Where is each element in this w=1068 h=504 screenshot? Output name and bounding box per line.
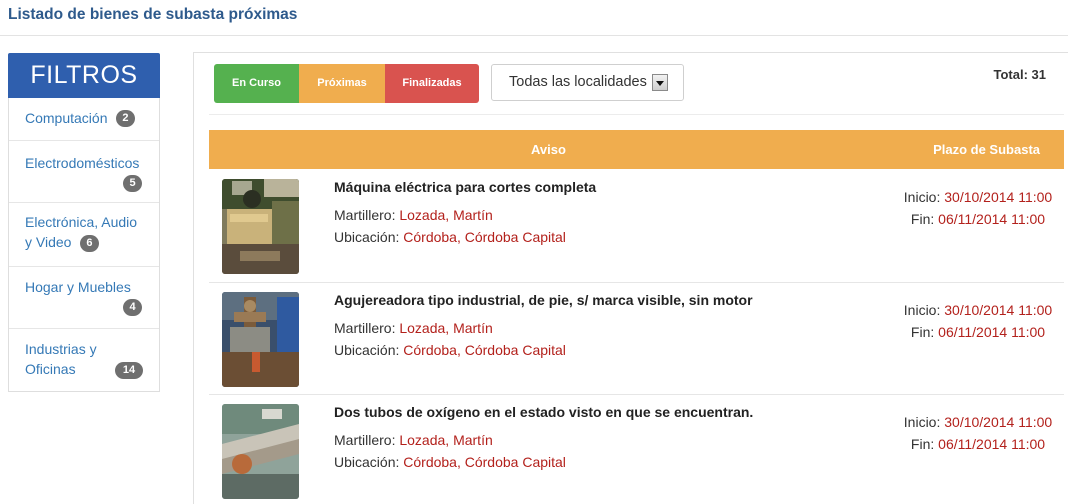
fin-label: Fin: [910,211,939,227]
auction-list-panel: En Curso Próximas Finalizadas Todas las … [193,52,1068,504]
count-badge: 2 [115,109,135,127]
ubicacion-line: Ubicación: Córdoba, Córdoba Capital [334,342,566,358]
category-label[interactable]: Electrodomésticos [25,155,139,171]
category-item-electronica[interactable]: Electrónica, Audio y Video 6 [9,202,159,266]
location-select[interactable]: Todas las localidades [491,64,684,101]
martillero-line: Martillero: Lozada, Martín [334,432,493,448]
count-badge: 14 [115,362,143,379]
fin-label: Fin: [910,436,939,452]
category-item-computacion[interactable]: Computación 2 [9,98,159,140]
table-row[interactable]: Dos tubos de oxígeno en el estado visto … [209,394,1064,504]
ubicacion-value: Córdoba, Córdoba Capital [403,454,566,470]
table-row[interactable]: Agujereadora tipo industrial, de pie, s/… [209,282,1064,394]
inicio-label: Inicio: [903,302,945,318]
ubicacion-line: Ubicación: Córdoba, Córdoba Capital [334,454,566,470]
filters-header: FILTROS [8,53,160,98]
count-badge: 6 [79,235,99,252]
ubicacion-line: Ubicación: Córdoba, Córdoba Capital [334,229,566,245]
table-header: Aviso Plazo de Subasta [209,130,1064,169]
ubicacion-value: Córdoba, Córdoba Capital [403,342,566,358]
inicio-value: 30/10/2014 11:00 [944,414,1053,430]
category-item-electrodomesticos[interactable]: Electrodomésticos 5 [9,140,159,202]
inicio-value: 30/10/2014 11:00 [944,189,1053,205]
category-item-hogar[interactable]: Hogar y Muebles 4 [9,266,159,328]
category-label[interactable]: Hogar y Muebles [25,279,131,295]
divider [209,114,1064,115]
fin-label: Fin: [910,324,939,340]
filters-sidebar: FILTROS Computación 2 Electrodomésticos … [8,53,160,392]
category-list: Computación 2 Electrodomésticos 5 Electr… [8,98,160,392]
fin-value: 06/11/2014 11:00 [938,211,1046,227]
tab-finalizadas[interactable]: Finalizadas [385,64,479,103]
martillero-line: Martillero: Lozada, Martín [334,207,493,223]
column-header-plazo: Plazo de Subasta [933,142,1040,157]
auction-period: Inicio: 30/10/2014 11:00 Fin: 06/11/2014… [899,299,1057,343]
inicio-value: 30/10/2014 11:00 [944,302,1053,318]
item-title[interactable]: Agujereadora tipo industrial, de pie, s/… [334,292,753,308]
inicio-label: Inicio: [903,414,945,430]
fin-value: 06/11/2014 11:00 [938,436,1046,452]
dropdown-arrow-icon[interactable] [652,74,668,91]
ubicacion-label: Ubicación: [334,229,404,245]
status-tabs: En Curso Próximas Finalizadas [214,64,479,103]
total-count: Total: 31 [993,67,1047,82]
item-thumbnail[interactable] [222,404,299,499]
martillero-value: Lozada, Martín [399,320,493,336]
category-label[interactable]: Industrias y Oficinas [25,339,117,379]
table-row[interactable]: Máquina eléctrica para cortes completa M… [209,170,1064,282]
martillero-label: Martillero: [334,320,400,336]
location-select-value: Todas las localidades [509,74,647,90]
inicio-label: Inicio: [903,189,945,205]
fin-value: 06/11/2014 11:00 [938,324,1046,340]
column-header-aviso: Aviso [531,142,566,157]
item-title[interactable]: Máquina eléctrica para cortes completa [334,179,596,195]
ubicacion-label: Ubicación: [334,342,404,358]
martillero-label: Martillero: [334,207,400,223]
auction-period: Inicio: 30/10/2014 11:00 Fin: 06/11/2014… [899,186,1057,230]
count-badge: 5 [123,175,142,192]
ubicacion-value: Córdoba, Córdoba Capital [403,229,566,245]
martillero-value: Lozada, Martín [399,207,493,223]
auction-period: Inicio: 30/10/2014 11:00 Fin: 06/11/2014… [899,411,1057,455]
ubicacion-label: Ubicación: [334,454,404,470]
category-label[interactable]: Computación [25,108,108,128]
count-badge: 4 [123,299,142,316]
martillero-value: Lozada, Martín [399,432,493,448]
tab-proximas[interactable]: Próximas [299,64,385,103]
title-divider [0,35,1068,36]
category-item-industrias[interactable]: Industrias y Oficinas 14 [9,328,159,391]
item-title[interactable]: Dos tubos de oxígeno en el estado visto … [334,404,753,420]
tab-en-curso[interactable]: En Curso [214,64,299,103]
martillero-label: Martillero: [334,432,400,448]
item-thumbnail[interactable] [222,292,299,387]
martillero-line: Martillero: Lozada, Martín [334,320,493,336]
item-thumbnail[interactable] [222,179,299,274]
page-title: Listado de bienes de subasta próximas [8,6,298,23]
